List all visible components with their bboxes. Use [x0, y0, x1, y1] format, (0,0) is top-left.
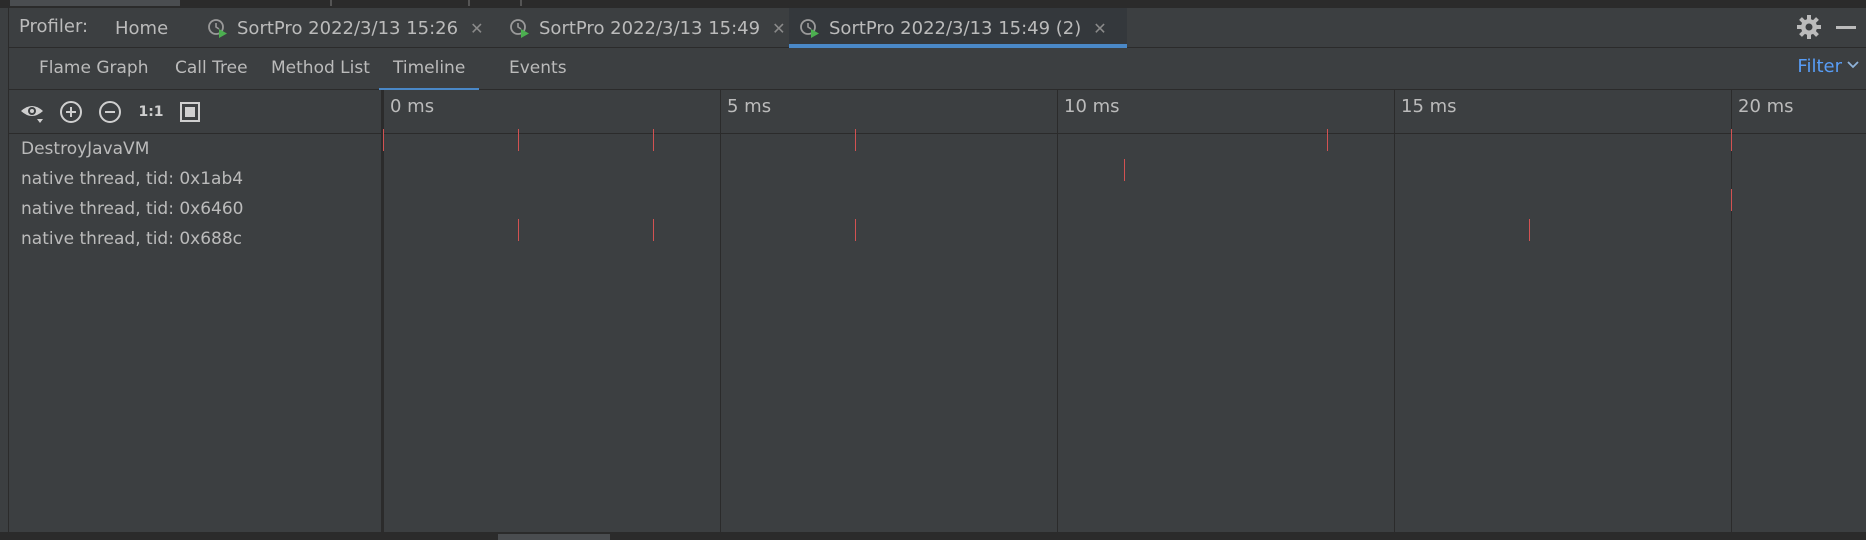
actual-size-icon[interactable]: 1:1: [136, 99, 166, 125]
thread-event-marker[interactable]: [854, 129, 856, 151]
filter-dropdown[interactable]: Filter: [1797, 56, 1860, 77]
bottom-strip: [0, 532, 1866, 540]
timeline-gridline: [720, 90, 721, 532]
profiler-run-icon: [207, 17, 229, 39]
thread-row[interactable]: native thread, tid: 0x688c: [21, 224, 242, 254]
thread-event-marker[interactable]: [383, 129, 384, 151]
time-tick-label: 10 ms: [1064, 96, 1120, 117]
profiler-tab-bar: Profiler: Home SortPro 2022/3/13 15:26 ✕…: [9, 8, 1866, 48]
tab-session-3[interactable]: SortPro 2022/3/13 15:49 (2) ✕: [789, 8, 1127, 48]
thread-row[interactable]: DestroyJavaVM: [21, 134, 149, 164]
tab-events[interactable]: Events: [495, 48, 581, 90]
profiler-label: Profiler:: [19, 16, 89, 37]
thread-event-marker[interactable]: [1731, 189, 1732, 211]
thread-row[interactable]: native thread, tid: 0x6460: [21, 194, 244, 224]
thread-event-marker[interactable]: [517, 129, 519, 151]
thread-list: DestroyJavaVM native thread, tid: 0x1ab4…: [9, 134, 381, 532]
time-tick-label: 5 ms: [727, 96, 772, 117]
close-icon[interactable]: ✕: [470, 19, 483, 38]
tab-call-tree[interactable]: Call Tree: [161, 48, 262, 90]
tab-timeline[interactable]: Timeline: [379, 48, 480, 90]
close-icon[interactable]: ✕: [772, 19, 785, 38]
thread-event-marker[interactable]: [1528, 219, 1530, 241]
thread-event-marker[interactable]: [517, 219, 519, 241]
timeline-gridline: [1394, 90, 1395, 532]
zoom-in-icon[interactable]: [58, 99, 84, 125]
eye-icon[interactable]: [19, 99, 45, 125]
profiler-run-icon: [799, 17, 821, 39]
thread-event-marker[interactable]: [1124, 159, 1126, 181]
filter-label: Filter: [1797, 56, 1842, 77]
tab-flame-graph[interactable]: Flame Graph: [25, 48, 163, 90]
tab-session-2[interactable]: SortPro 2022/3/13 15:49 ✕: [499, 8, 795, 48]
thread-event-marker[interactable]: [854, 219, 856, 241]
thread-event-marker[interactable]: [1731, 129, 1732, 151]
thread-event-marker[interactable]: [652, 219, 654, 241]
minimize-icon[interactable]: [1836, 26, 1856, 29]
tab-session-1[interactable]: SortPro 2022/3/13 15:26 ✕: [197, 8, 493, 48]
left-gutter: [0, 8, 9, 540]
view-tabs: Flame Graph Call Tree Method List Timeli…: [9, 48, 1866, 90]
tab-label: SortPro 2022/3/13 15:26: [237, 17, 459, 39]
timeline-toolbar: 1:1: [9, 90, 381, 134]
tab-method-list[interactable]: Method List: [257, 48, 384, 90]
fit-icon[interactable]: [177, 99, 203, 125]
top-strip: [0, 0, 1866, 8]
chevron-down-icon: [1846, 56, 1860, 77]
thread-row[interactable]: native thread, tid: 0x1ab4: [21, 164, 243, 194]
tab-label: Home: [115, 17, 169, 39]
timeline-gridline: [1731, 90, 1732, 532]
tab-label: SortPro 2022/3/13 15:49: [539, 17, 761, 39]
time-tick-label: 0 ms: [390, 96, 435, 117]
timeline-gridline: [1057, 90, 1058, 532]
zoom-out-icon[interactable]: [97, 99, 123, 125]
tab-home[interactable]: Home: [105, 8, 178, 48]
tab-label: SortPro 2022/3/13 15:49 (2): [829, 17, 1082, 39]
gear-icon[interactable]: [1796, 14, 1822, 40]
time-tick-label: 15 ms: [1401, 96, 1457, 117]
profiler-run-icon: [509, 17, 531, 39]
time-tick-label: 20 ms: [1738, 96, 1794, 117]
timeline-gridline: [383, 90, 384, 532]
timeline-canvas[interactable]: 0 ms 5 ms 10 ms 15 ms 20 ms: [383, 90, 1866, 532]
time-ruler: 0 ms 5 ms 10 ms 15 ms 20 ms: [383, 90, 1866, 134]
thread-event-marker[interactable]: [652, 129, 654, 151]
thread-event-marker[interactable]: [1326, 129, 1328, 151]
close-icon[interactable]: ✕: [1093, 19, 1106, 38]
